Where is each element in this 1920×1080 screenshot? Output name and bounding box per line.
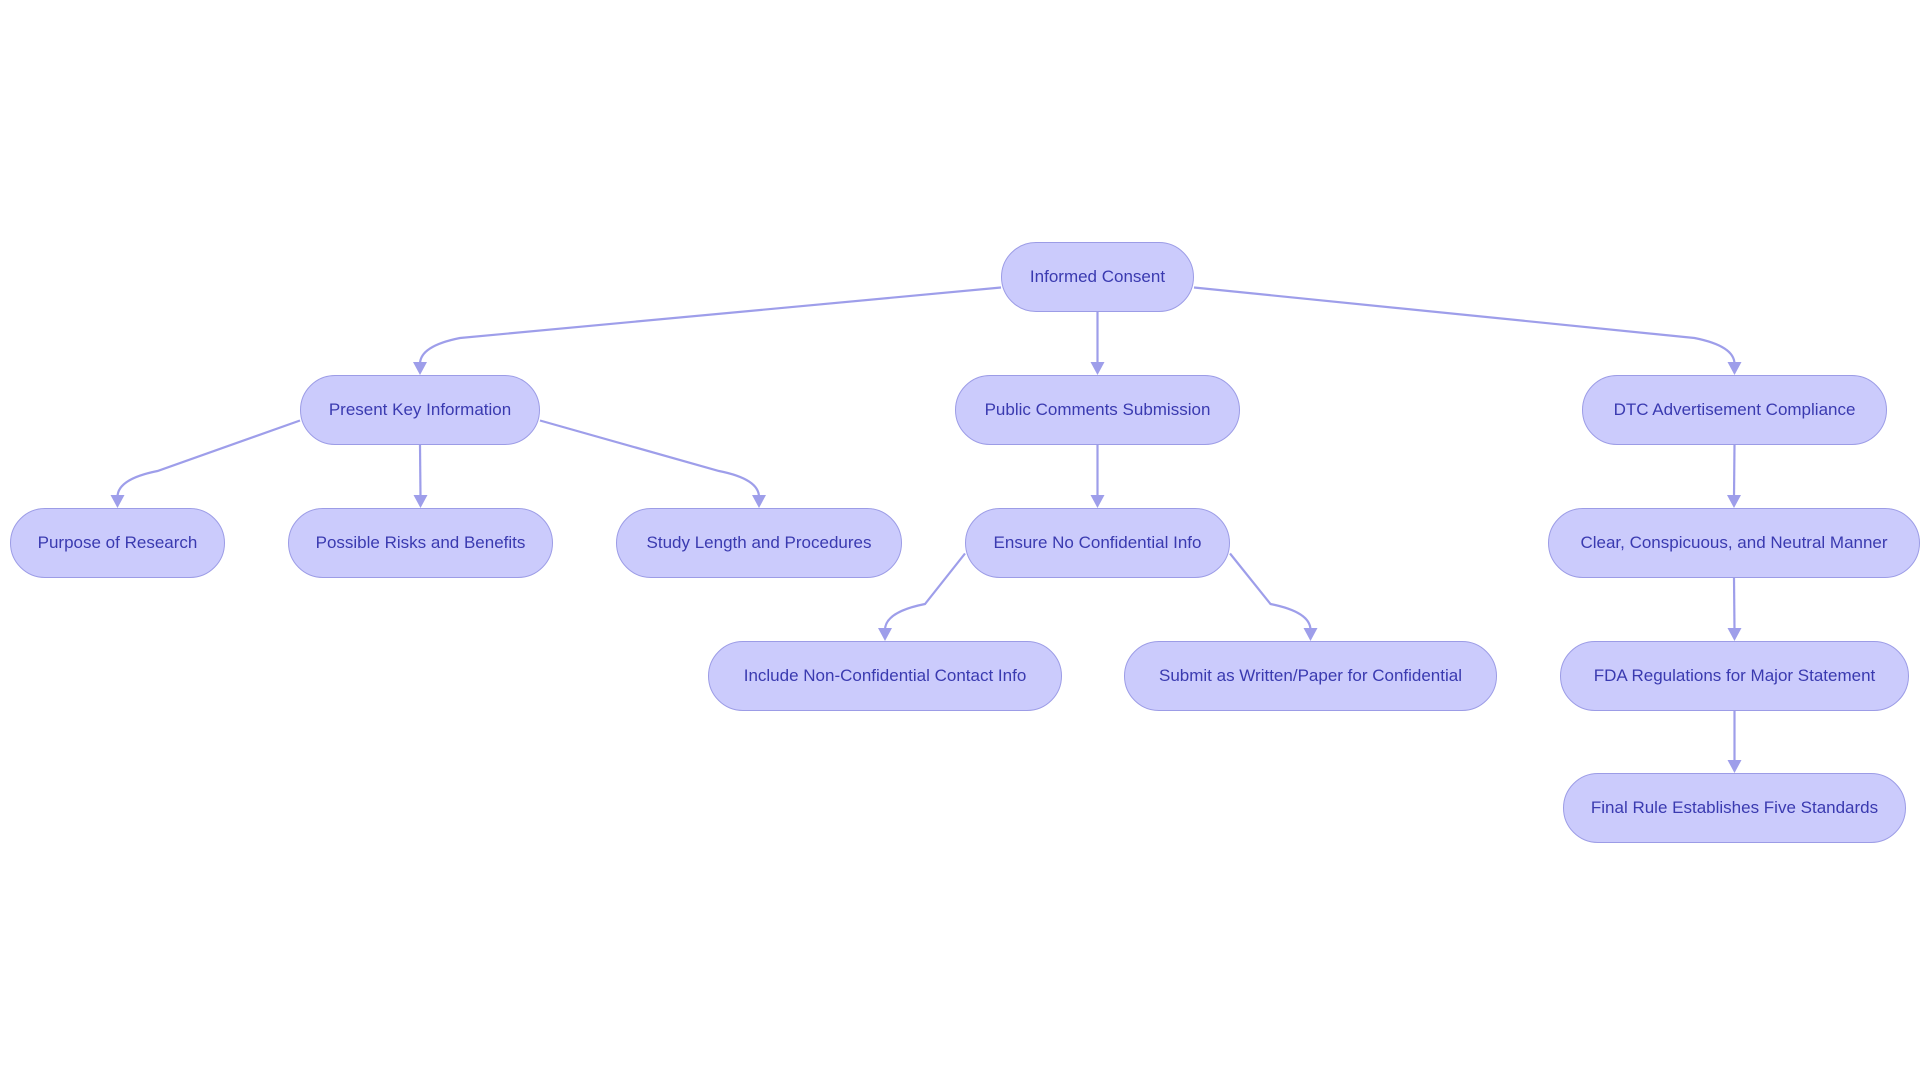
node-dtc-advertisement-compliance[interactable]: DTC Advertisement Compliance (1582, 375, 1887, 445)
flowchart-canvas: Informed Consent Present Key Information… (0, 0, 1920, 1080)
arrowhead-icon (1727, 362, 1742, 375)
arrowhead-icon (1303, 628, 1318, 641)
node-study-length-and-procedures[interactable]: Study Length and Procedures (616, 508, 902, 578)
arrowhead-icon (1727, 760, 1742, 773)
node-submit-as-written-paper[interactable]: Submit as Written/Paper for Confidential (1124, 641, 1497, 711)
node-final-rule-five-standards[interactable]: Final Rule Establishes Five Standards (1563, 773, 1906, 843)
node-purpose-of-research[interactable]: Purpose of Research (10, 508, 225, 578)
node-include-non-confidential-contact-info[interactable]: Include Non-Confidential Contact Info (708, 641, 1062, 711)
arrowhead-icon (1090, 362, 1105, 375)
arrowhead-icon (878, 628, 892, 641)
arrowhead-icon (413, 495, 428, 508)
edge-ensure-no-confidential-info-to-submit-as-written-paper (1229, 552, 1312, 631)
node-public-comments-submission[interactable]: Public Comments Submission (955, 375, 1240, 445)
arrowhead-icon (1727, 495, 1741, 508)
edge-present-key-information-to-study-length-and-procedures (539, 419, 761, 498)
arrowhead-icon (110, 495, 125, 508)
edge-present-key-information-to-purpose-of-research (116, 419, 301, 498)
arrowhead-icon (1090, 495, 1105, 508)
arrowhead-icon (752, 495, 766, 508)
edge-clear-conspicuous-neutral-to-fda-regulations-major-statement (1732, 577, 1736, 631)
node-informed-consent[interactable]: Informed Consent (1001, 242, 1194, 312)
edge-ensure-no-confidential-info-to-include-non-confidential-contact-info (883, 552, 966, 631)
edge-dtc-advertisement-compliance-to-clear-conspicuous-neutral (1732, 444, 1736, 498)
node-possible-risks-and-benefits[interactable]: Possible Risks and Benefits (288, 508, 553, 578)
arrowhead-icon (1727, 628, 1742, 641)
edge-present-key-information-to-possible-risks-and-benefits (418, 444, 422, 498)
edge-informed-consent-to-dtc-advertisement-compliance (1193, 286, 1736, 365)
node-clear-conspicuous-neutral[interactable]: Clear, Conspicuous, and Neutral Manner (1548, 508, 1920, 578)
arrowhead-icon (413, 362, 427, 375)
node-fda-regulations-major-statement[interactable]: FDA Regulations for Major Statement (1560, 641, 1909, 711)
node-ensure-no-confidential-info[interactable]: Ensure No Confidential Info (965, 508, 1230, 578)
edge-informed-consent-to-present-key-information (418, 286, 1002, 365)
node-present-key-information[interactable]: Present Key Information (300, 375, 540, 445)
